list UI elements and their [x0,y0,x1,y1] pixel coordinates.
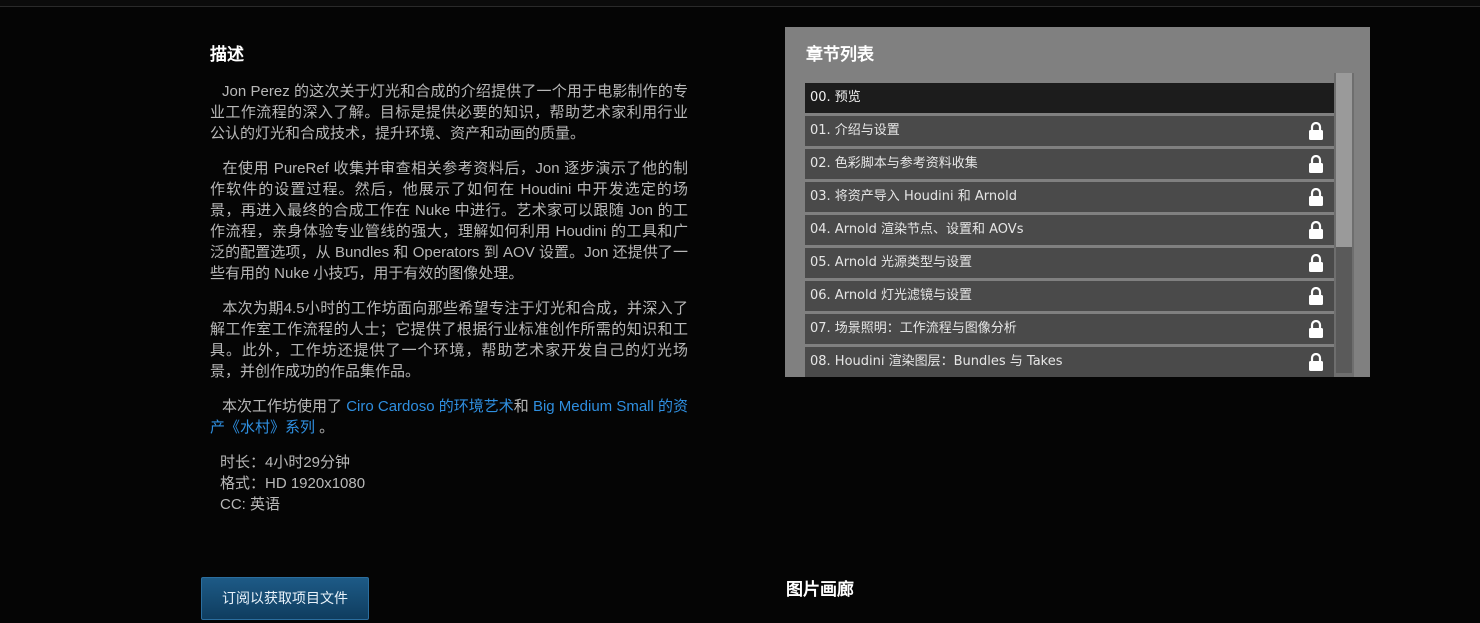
description-paragraph-4: 本次工作坊使用了 Ciro Cardoso 的环境艺术和 Big Medium … [210,398,689,436]
description-section: 描述 Jon Perez 的这次关于灯光和合成的介绍提供了一个用于电影制作的专业… [210,40,688,515]
chapter-item[interactable]: 02. 色彩脚本与参考资料收集 [805,149,1334,179]
lock-icon [1309,122,1323,140]
lock-icon [1309,188,1323,206]
duration-text: 时长：4小时29分钟 [220,454,351,471]
top-divider [0,0,1480,7]
chapter-item-label: 06. Arnold 灯光滤镜与设置 [810,288,973,303]
chapter-item-label: 03. 将资产导入 Houdini 和 Arnold [810,189,1017,204]
chapter-item-label: 02. 色彩脚本与参考资料收集 [810,156,978,171]
lock-icon [1309,221,1323,239]
chapter-item[interactable]: 06. Arnold 灯光滤镜与设置 [805,281,1334,311]
cc-text: CC: 英语 [220,496,281,513]
chapter-item-label: 00. 预览 [810,90,861,105]
description-paragraph-3: 本次为期4.5小时的工作坊面向那些希望专注于灯光和合成，并深入了解工作室工作流程… [210,300,688,380]
lock-icon [1309,155,1323,173]
chapter-item-label: 08. Houdini 渲染图层：Bundles 与 Takes [810,354,1063,369]
chapter-list-panel: 章节列表 00. 预览 01. 介绍与设置 02. 色彩脚本与参考资料收集 03. 将… [785,27,1370,377]
format-text: 格式：HD 1920x1080 [220,475,366,492]
chapter-scrollbar[interactable] [1334,73,1354,377]
chapter-list-title: 章节列表 [806,45,874,64]
lock-icon [1309,320,1323,338]
chapter-item[interactable]: 08. Houdini 渲染图层：Bundles 与 Takes [805,347,1334,377]
description-title: 描述 [210,45,244,64]
chapter-item[interactable]: 07. 场景照明：工作流程与图像分析 [805,314,1334,344]
chapter-item-label: 07. 场景照明：工作流程与图像分析 [810,321,1017,336]
description-paragraph-1: Jon Perez 的这次关于灯光和合成的介绍提供了一个用于电影制作的专业工作流… [210,83,688,142]
chapter-item[interactable]: 04. Arnold 渲染节点、设置和 AOVs [805,215,1334,245]
chapter-item[interactable]: 03. 将资产导入 Houdini 和 Arnold [805,182,1334,212]
lock-icon [1309,287,1323,305]
workshop-meta: 时长：4小时29分钟 格式：HD 1920x1080 CC: 英语 [210,452,688,515]
scrollbar-thumb[interactable] [1336,73,1352,247]
chapter-item-label: 01. 介绍与设置 [810,123,900,138]
chapter-item[interactable]: 05. Arnold 光源类型与设置 [805,248,1334,278]
description-paragraph-2: 在使用 PureRef 收集并审查相关参考资料后，Jon 逐步演示了他的制作软件… [210,160,688,282]
subscribe-project-files-button[interactable]: 订阅以获取项目文件 [201,577,369,620]
ciro-cardoso-link[interactable]: Ciro Cardoso 的环境艺术 [346,398,514,415]
lock-icon [1309,353,1323,371]
chapter-list[interactable]: 00. 预览 01. 介绍与设置 02. 色彩脚本与参考资料收集 03. 将资产导入 … [805,83,1334,377]
chapter-item-label: 04. Arnold 渲染节点、设置和 AOVs [810,222,1024,237]
chapter-item-label: 05. Arnold 光源类型与设置 [810,255,973,270]
chapter-item[interactable]: 00. 预览 [805,83,1334,113]
lock-icon [1309,254,1323,272]
gallery-title: 图片画廊 [786,580,854,599]
chapter-item[interactable]: 01. 介绍与设置 [805,116,1334,146]
